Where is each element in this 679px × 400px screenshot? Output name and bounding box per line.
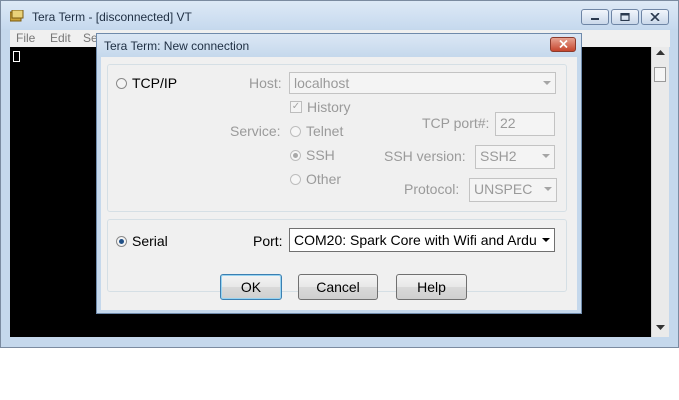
scroll-up-icon[interactable] (656, 50, 665, 56)
service-telnet-radio[interactable] (290, 126, 301, 137)
help-button[interactable]: Help (396, 274, 467, 300)
new-connection-dialog: Tera Term: New connection TCP/IP Host: l… (96, 33, 582, 314)
terminal-cursor (13, 51, 20, 62)
maximize-button[interactable] (611, 9, 639, 25)
ok-button[interactable]: OK (220, 274, 282, 300)
main-titlebar[interactable]: Tera Term - [disconnected] VT (1, 1, 678, 29)
protocol-select[interactable]: UNSPEC (469, 178, 557, 202)
protocol-value: UNSPEC (474, 181, 533, 197)
serial-label: Serial (132, 233, 168, 249)
scroll-down-icon[interactable] (656, 325, 665, 331)
maximize-icon (620, 13, 630, 21)
dialog-titlebar[interactable]: Tera Term: New connection (97, 34, 581, 57)
chevron-down-icon[interactable] (537, 229, 554, 251)
service-ssh-label: SSH (306, 147, 335, 163)
minimize-button[interactable] (581, 9, 609, 25)
window-title: Tera Term - [disconnected] VT (32, 10, 192, 24)
chevron-down-icon (542, 154, 550, 158)
dialog-title: Tera Term: New connection (104, 39, 250, 53)
close-icon (650, 13, 660, 21)
dialog-close-button[interactable] (550, 37, 576, 52)
ssh-version-select[interactable]: SSH2 (475, 145, 555, 169)
host-combobox[interactable]: localhost (289, 72, 556, 94)
teraterm-app-icon[interactable] (9, 9, 24, 22)
port-label: Port: (253, 233, 283, 249)
cancel-button[interactable]: Cancel (298, 274, 378, 300)
history-label: History (307, 99, 351, 115)
service-other-radio[interactable] (290, 174, 301, 185)
chevron-down-icon (543, 81, 551, 85)
vertical-scrollbar[interactable] (651, 47, 669, 337)
minimize-icon (591, 18, 599, 20)
service-other-label: Other (306, 171, 342, 187)
ssh-version-label: SSH version: (384, 148, 466, 164)
service-label: Service: (230, 123, 281, 139)
scroll-thumb[interactable] (654, 67, 666, 82)
host-value: localhost (294, 75, 350, 91)
menu-edit[interactable]: Edit (50, 31, 71, 45)
tcp-port-input[interactable]: 22 (495, 112, 555, 136)
dialog-body: TCP/IP Host: localhost ✓ History Service… (101, 57, 577, 310)
service-ssh-radio[interactable] (290, 150, 301, 161)
protocol-label: Protocol: (404, 181, 460, 197)
close-button[interactable] (641, 9, 669, 25)
port-value: COM20: Spark Core with Wifi and Arduino (294, 232, 555, 248)
tcpip-radio[interactable] (116, 78, 127, 89)
tcpip-label: TCP/IP (132, 75, 178, 91)
service-telnet-label: Telnet (306, 123, 344, 139)
ssh-version-value: SSH2 (480, 148, 517, 164)
menu-file[interactable]: File (16, 31, 35, 45)
tcp-port-label: TCP port#: (422, 115, 490, 131)
port-select[interactable]: COM20: Spark Core with Wifi and Arduino (289, 228, 555, 252)
tcp-port-value: 22 (500, 115, 516, 131)
history-checkbox[interactable]: ✓ (290, 101, 302, 113)
close-icon (559, 40, 568, 48)
host-label: Host: (249, 75, 282, 91)
chevron-down-icon (544, 187, 552, 191)
serial-radio[interactable] (116, 236, 127, 247)
